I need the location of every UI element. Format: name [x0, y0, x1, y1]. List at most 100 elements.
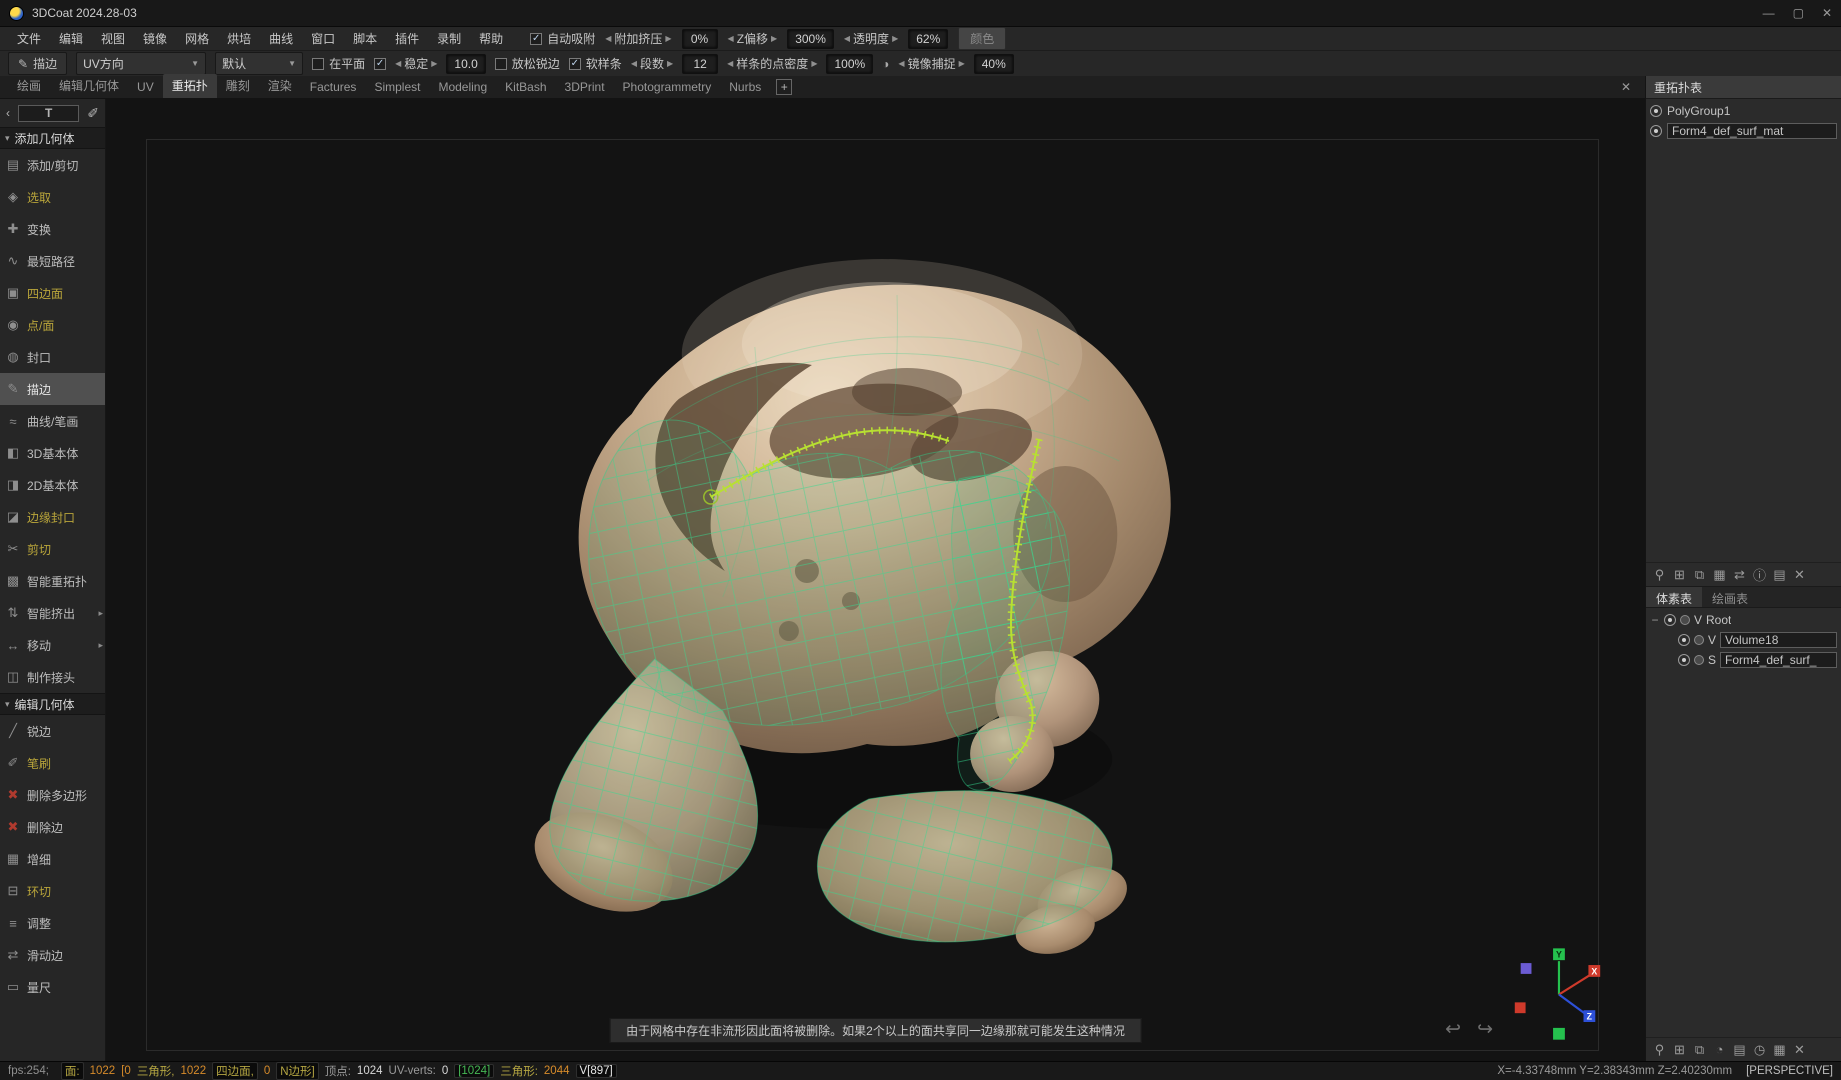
sidebar-item-0-13[interactable]: ▩智能重拓扑	[0, 565, 105, 597]
pie-icon[interactable]: ◔	[1711, 1042, 1728, 1057]
decrement-icon[interactable]: ◀	[728, 34, 734, 43]
copy-icon[interactable]: ⧉	[1691, 1042, 1708, 1058]
increment-icon[interactable]: ▶	[665, 34, 671, 43]
tree-node-0[interactable]: −VRoot	[1646, 610, 1841, 630]
visibility-dot-icon[interactable]	[1694, 655, 1704, 665]
tab-3[interactable]: 重拓扑	[163, 74, 217, 98]
section-header-0[interactable]: ▾添加几何体	[0, 127, 105, 149]
menu-item-6[interactable]: 曲线	[260, 27, 302, 50]
sidebar-item-0-9[interactable]: ◧3D基本体	[0, 437, 105, 469]
tab-6[interactable]: Factures	[301, 77, 366, 98]
maximize-button[interactable]: ▢	[1793, 6, 1804, 20]
point-density-spinner[interactable]: ◀ 样条的点密度 ▶	[727, 55, 817, 72]
point-density-value[interactable]: 100%	[826, 54, 873, 74]
increment-icon[interactable]: ▶	[959, 59, 965, 68]
clock-icon[interactable]: ◷	[1751, 1042, 1768, 1058]
color-button[interactable]: 颜色	[958, 27, 1006, 50]
delete-icon[interactable]: ✕	[1791, 567, 1808, 583]
viewport[interactable]: 由于网格中存在非流形因此面将被删除。如果2个以上的面共享同一边缘那就可能发生这种…	[106, 99, 1645, 1061]
tab-12[interactable]: Nurbs	[720, 77, 770, 98]
info-icon[interactable]: ⓘ	[1751, 565, 1768, 584]
sidebar-item-0-5[interactable]: ◉点/面	[0, 309, 105, 341]
tab-0[interactable]: 绘画	[8, 74, 50, 98]
sidebar-item-1-5[interactable]: ⊟环切	[0, 875, 105, 907]
menu-item-9[interactable]: 插件	[386, 27, 428, 50]
sidebar-item-0-15[interactable]: ↔移动▸	[0, 629, 105, 661]
sidebar-item-0-14[interactable]: ⇅智能挤出▸	[0, 597, 105, 629]
eye-icon[interactable]	[1678, 634, 1690, 646]
tree-node-1[interactable]: VVolume18	[1646, 630, 1841, 650]
soft-spline-checkbox[interactable]: ✓ 软样条	[569, 55, 622, 72]
mirror-snap-spinner[interactable]: ◀ 镜像捕捉 ▶	[898, 55, 964, 72]
transfer-icon[interactable]: ⇄	[1731, 567, 1748, 583]
opacity-value[interactable]: 62%	[908, 29, 948, 49]
sidebar-item-0-0[interactable]: ▤添加/剪切	[0, 149, 105, 181]
menu-item-5[interactable]: 烘培	[218, 27, 260, 50]
tab-10[interactable]: 3DPrint	[556, 77, 614, 98]
menu-item-2[interactable]: 视图	[92, 27, 134, 50]
preset-dropdown[interactable]: 默认 ▼	[215, 52, 303, 75]
menu-item-7[interactable]: 窗口	[302, 27, 344, 50]
duplicate-layer-icon[interactable]: ⧉	[1691, 567, 1708, 583]
model-3d-view[interactable]	[106, 99, 1645, 1061]
tab-4[interactable]: 雕刻	[217, 74, 259, 98]
sidebar-item-1-3[interactable]: ✖删除边	[0, 811, 105, 843]
tab-9[interactable]: KitBash	[496, 77, 555, 98]
tabbar-close-icon[interactable]: ✕	[1615, 80, 1637, 98]
mirror-snap-value[interactable]: 40%	[974, 54, 1014, 74]
sidebar-item-0-11[interactable]: ◪边缘封口	[0, 501, 105, 533]
z-offset-value[interactable]: 300%	[787, 29, 834, 49]
menu-item-10[interactable]: 录制	[428, 27, 470, 50]
close-button[interactable]: ✕	[1822, 6, 1832, 20]
auto-snap-checkbox[interactable]: ✓ 自动吸附	[530, 30, 595, 47]
sidebar-item-0-3[interactable]: ∿最短路径	[0, 245, 105, 277]
menu-item-3[interactable]: 镜像	[134, 27, 176, 50]
stability-spinner[interactable]: ◀ 稳定 ▶	[395, 55, 437, 72]
sidebar-item-0-1[interactable]: ◈选取	[0, 181, 105, 213]
decrement-icon[interactable]: ◀	[844, 34, 850, 43]
attach-extrude-value[interactable]: 0%	[682, 29, 718, 49]
brush-tool-button[interactable]: ✐	[87, 105, 99, 122]
attach-extrude-spinner[interactable]: ◀ 附加挤压 ▶	[605, 30, 671, 47]
sidebar-item-1-7[interactable]: ⇄滑动边	[0, 939, 105, 971]
undo-icon[interactable]: ↩	[1445, 1020, 1461, 1039]
eye-icon[interactable]	[1650, 125, 1662, 137]
decrement-icon[interactable]: ◀	[727, 59, 733, 68]
zoom-icon[interactable]: ⚲	[1651, 1042, 1668, 1058]
grid-icon[interactable]: ▦	[1771, 1042, 1788, 1058]
retopo-group-1[interactable]: Form4_def_surf_mat	[1646, 121, 1841, 141]
collapse-arrow-icon[interactable]: ‹	[6, 106, 10, 120]
eye-icon[interactable]	[1650, 105, 1662, 117]
increment-icon[interactable]: ▶	[431, 59, 437, 68]
menu-item-4[interactable]: 网格	[176, 27, 218, 50]
sidebar-item-1-1[interactable]: ✐笔刷	[0, 747, 105, 779]
z-offset-spinner[interactable]: ◀ Z偏移 ▶	[728, 30, 778, 47]
uv-direction-dropdown[interactable]: UV方向 ▼	[76, 52, 206, 75]
sidebar-item-0-6[interactable]: ◍封口	[0, 341, 105, 373]
add-icon[interactable]: ⊞	[1671, 1042, 1688, 1058]
sidebar-item-0-2[interactable]: ✚变换	[0, 213, 105, 245]
grid-icon[interactable]: ▦	[1711, 567, 1728, 583]
minimize-button[interactable]: —	[1763, 6, 1775, 20]
tree-expander[interactable]: −	[1650, 613, 1660, 627]
decrement-icon[interactable]: ◀	[631, 59, 637, 68]
sidebar-item-0-16[interactable]: ◫制作接头	[0, 661, 105, 693]
decrement-icon[interactable]: ◀	[898, 59, 904, 68]
menu-item-11[interactable]: 帮助	[470, 27, 512, 50]
stability-checkbox[interactable]: ✓	[374, 58, 386, 70]
sidebar-item-0-7[interactable]: ✎描边	[0, 373, 105, 405]
trash-icon[interactable]: ✕	[1791, 1042, 1808, 1058]
layers-icon[interactable]: ▤	[1731, 1042, 1748, 1058]
axis-gizmo[interactable]: Y X Z	[1503, 943, 1611, 1047]
redo-icon[interactable]: ↪	[1477, 1020, 1493, 1039]
on-plane-checkbox[interactable]: 在平面	[312, 55, 365, 72]
mirror-icon[interactable]: ◑	[882, 57, 889, 71]
list-icon[interactable]: ▤	[1771, 567, 1788, 583]
stability-value[interactable]: 10.0	[446, 54, 485, 74]
eye-icon[interactable]	[1664, 614, 1676, 626]
eye-icon[interactable]	[1678, 654, 1690, 666]
decrement-icon[interactable]: ◀	[605, 34, 611, 43]
increment-icon[interactable]: ▶	[667, 59, 673, 68]
sidebar-item-1-4[interactable]: ▦增细	[0, 843, 105, 875]
tab-7[interactable]: Simplest	[365, 77, 429, 98]
